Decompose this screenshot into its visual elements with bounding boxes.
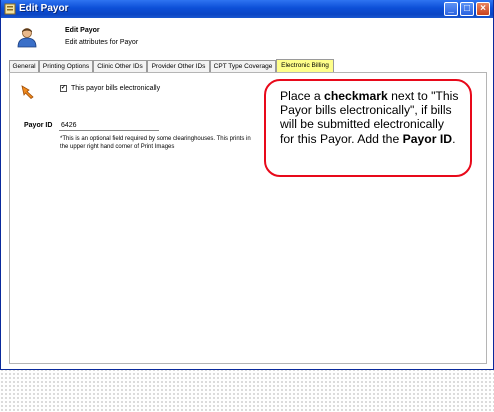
bills-electronically-checkbox[interactable]: ✓ (60, 85, 67, 92)
header-subtitle: Edit attributes for Payor (65, 39, 139, 46)
app-icon (4, 3, 16, 15)
callout-bold-payor-id: Payor ID (402, 131, 453, 146)
tab-general[interactable]: General (9, 60, 39, 72)
window-title: Edit Payor (19, 3, 69, 14)
user-icon (17, 28, 37, 48)
payor-id-label: Payor ID (24, 122, 53, 129)
minimize-button[interactable]: _ (444, 2, 458, 16)
payor-id-help-text: *This is an optional field required by s… (60, 136, 251, 150)
tab-cpt-type-coverage[interactable]: CPT Type Coverage (210, 60, 276, 72)
callout-text-1: Place a (280, 89, 325, 103)
close-button[interactable]: × (476, 2, 490, 16)
callout-bold-checkmark: checkmark (324, 89, 388, 103)
arrow-icon (21, 85, 34, 100)
bills-electronically-label: This payor bills electronically (71, 85, 161, 92)
tab-clinic-other-ids[interactable]: Clinic Other IDs (93, 60, 147, 72)
tab-printing-options[interactable]: Printing Options (39, 60, 93, 72)
tab-electronic-billing[interactable]: Electronic Billing (276, 59, 334, 72)
payor-id-input[interactable] (59, 121, 159, 131)
edit-payor-window: Edit Payor _ □ × Edit Payor Edit attribu… (0, 0, 494, 370)
tab-provider-other-ids[interactable]: Provider Other IDs (147, 60, 210, 72)
instruction-callout: Place a checkmark next to "This Payor bi… (264, 79, 472, 177)
maximize-button[interactable]: □ (460, 2, 474, 16)
header-title: Edit Payor (65, 27, 100, 34)
title-bar[interactable]: Edit Payor _ □ × (1, 0, 493, 18)
callout-text-3: . (452, 131, 456, 146)
